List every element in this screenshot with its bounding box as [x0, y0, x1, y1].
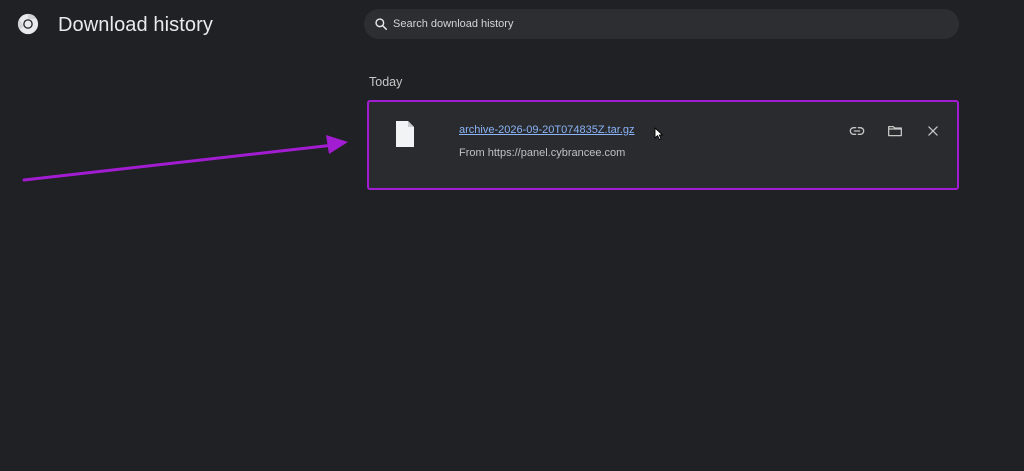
- annotation-arrow-icon: [22, 135, 348, 182]
- downloads-page: Download history Today archive-2026-09-2…: [0, 0, 1024, 471]
